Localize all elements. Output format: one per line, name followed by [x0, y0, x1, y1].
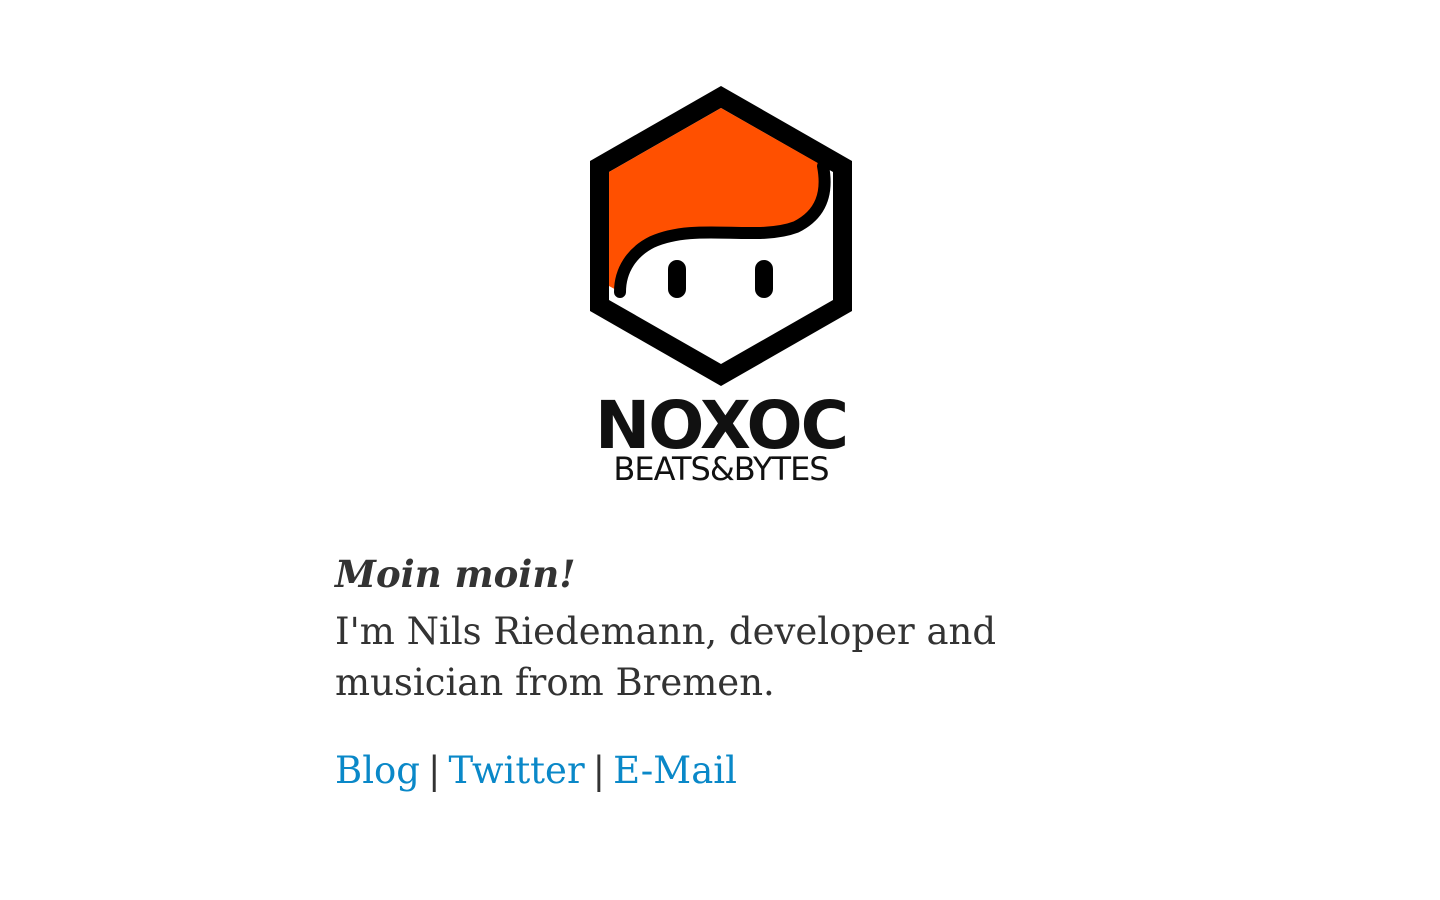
right-eye: [755, 260, 773, 298]
twitter-link[interactable]: Twitter: [448, 749, 584, 792]
link-separator: |: [592, 749, 606, 792]
site-logo: NOXOC BEATS&BYTES: [586, 82, 856, 492]
social-links: Blog | Twitter | E-Mail: [335, 746, 1095, 796]
greeting-heading: Moin moin!: [335, 552, 576, 596]
logo-wordmark: NOXOC BEATS&BYTES: [586, 390, 856, 490]
intro-section: Moin moin! I'm Nils Riedemann, developer…: [335, 548, 1095, 796]
link-separator: |: [427, 749, 441, 792]
noxoc-hexagon-icon: [590, 86, 852, 386]
logo-title: NOXOC: [594, 387, 849, 464]
email-link[interactable]: E-Mail: [613, 749, 737, 792]
blog-link[interactable]: Blog: [335, 749, 420, 792]
intro-text: I'm Nils Riedemann, developer and musici…: [335, 610, 997, 704]
logo-subtitle: BEATS&BYTES: [613, 450, 829, 488]
left-eye: [668, 260, 686, 298]
